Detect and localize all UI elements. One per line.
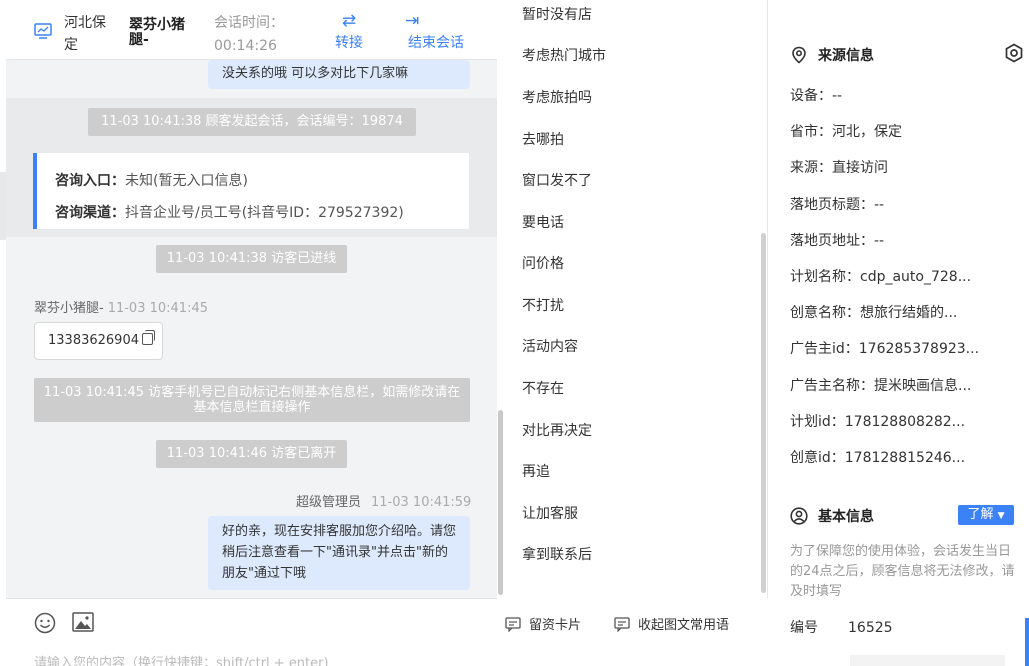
chat-bubble-agent: 没关系的哦 可以多对比下几家嘛 [208,60,470,89]
source-info-field: 落地页标题：-- [790,197,885,213]
quick-reply-item[interactable]: 考虑热门城市 [522,46,606,66]
basic-info-note: 为了保障您的使用体验，会话发生当日的24点之后，顾客信息将无法修改，请及时填写 [790,544,1015,599]
transfer-button[interactable]: ⇄ 转接 [329,10,369,54]
end-session-button[interactable]: ⇥ 结束会话 [404,10,468,54]
chat-header: 河北保定 翠芬小猪腿- 会话时间： 00:14:26 ⇄ 转接 ⇥ 结束会话 [6,0,497,60]
channel-value: 抖音企业号/员工号(抖音号ID：279527392) [125,205,404,221]
settings-icon[interactable] [1004,43,1024,63]
source-info-field: 省市：河北，保定 [790,124,902,140]
quick-reply-item[interactable]: 暂时没有店 [522,5,592,25]
caret-down-icon: ▼ [997,511,1005,521]
source-info-field: 来源：直接访问 [790,160,888,176]
monitor-icon [34,23,52,39]
customer-location: 河北保定 [64,15,106,53]
chat-panel: 河北保定 翠芬小猪腿- 会话时间： 00:14:26 ⇄ 转接 ⇥ 结束会话 没… [6,0,503,666]
visitor-entered-notice: 11-03 10:41:38 访客已进线 [156,245,347,273]
session-time-label: 会话时间： [214,15,284,31]
source-info-field: 创意id：178128815246... [790,450,966,466]
learn-more-dropdown[interactable]: 了解 ▼ [958,505,1014,525]
source-info-field: 计划名称：cdp_auto_728... [790,269,972,285]
location-pin-icon [792,46,806,64]
quick-reply-item[interactable]: 活动内容 [522,337,578,357]
exit-icon: ⇥ [405,11,420,31]
phrase-icon [614,617,630,633]
quick-reply-item[interactable]: 不存在 [522,379,564,399]
image-icon[interactable] [72,612,94,632]
source-info-field: 广告主名称：提米映画信息... [790,378,972,394]
customer-name: 翠芬小猪腿- [129,17,185,48]
transfer-icon: ⇄ [341,11,357,31]
chat-bubble-agent-reply: 好的亲，现在安排客服加您介绍哈。请您稍后注意查看一下"通讯录"并点击"新的朋友"… [208,516,470,590]
basic-info-title: 基本信息 [790,506,874,526]
source-info-title: 来源信息 [790,45,874,65]
session-time-value: 00:14:26 [214,38,277,54]
message-input-placeholder[interactable]: 请输入您的内容（换行快捷键：shift/ctrl + enter) [34,652,329,666]
source-info-field: 设备：-- [790,88,843,104]
quick-reply-scrollbar[interactable] [761,233,766,593]
quick-reply-item[interactable]: 要电话 [522,213,564,233]
source-info-field: 广告主id：176285378923... [790,341,980,357]
copy-icon[interactable] [141,330,155,345]
entry-label: 咨询入口： [55,173,125,189]
visitor-left-notice: 11-03 10:41:46 访客已离开 [156,440,347,468]
lead-card-button[interactable]: 留资卡片 [505,614,581,633]
customer-number-row: 编号 16525 [790,620,893,636]
quick-reply-item[interactable]: 让加客服 [522,504,578,524]
source-info-field: 落地页地址：-- [790,233,885,249]
session-start-notice: 11-03 10:41:38 顾客发起会话，会话编号：19874 [88,108,416,136]
basic-info-input[interactable] [850,655,1005,666]
edge-accent-strip [1025,618,1029,666]
quick-reply-item[interactable]: 拿到联系后 [522,545,592,565]
source-info-field: 创意名称：想旅行结婚的... [790,305,958,321]
channel-label: 咨询渠道： [55,205,125,221]
card-icon [505,617,521,633]
consult-info-card: 咨询入口：未知(暂无入口信息) 咨询渠道：抖音企业号/员工号(抖音号ID：279… [33,153,469,229]
quick-reply-item[interactable]: 去哪拍 [522,130,564,150]
entry-value: 未知(暂无入口信息) [125,173,248,189]
auto-mark-notice: 11-03 10:41:45 访客手机号已自动标记右侧基本信息栏，如需修改请在基… [34,378,470,422]
admin-sender: 超级管理员 11-03 10:41:59 [296,495,472,510]
user-circle-icon [790,507,808,525]
quick-reply-item[interactable]: 对比再决定 [522,421,592,441]
phone-message[interactable]: 13383626904 [34,322,163,360]
quick-reply-item[interactable]: 再追 [522,462,550,482]
quick-reply-item[interactable]: 考虑旅拍吗 [522,88,592,108]
source-info-field: 计划id：178128808282... [790,414,966,430]
visitor-sender: 翠芬小猪腿- 11-03 10:41:45 [34,301,208,316]
collapse-phrases-button[interactable]: 收起图文常用语 [614,614,729,633]
quick-reply-item[interactable]: 问价格 [522,254,564,274]
quick-reply-item[interactable]: 不打扰 [522,296,564,316]
emoji-icon[interactable] [34,612,56,634]
quick-reply-item[interactable]: 窗口发不了 [522,171,592,191]
